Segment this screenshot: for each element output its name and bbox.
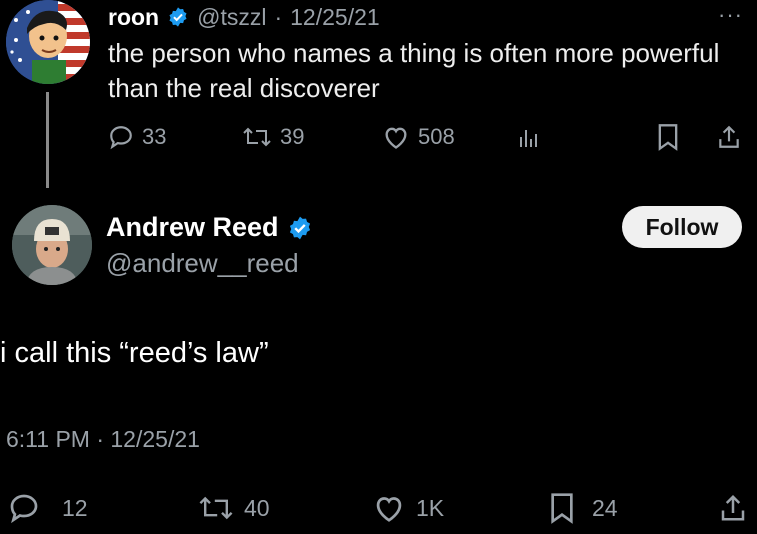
tweet2-retweet-count: 40: [244, 494, 270, 521]
analytics-icon: [518, 124, 542, 150]
tweet1-like-button[interactable]: 508: [382, 120, 455, 154]
tweet2-bookmark-button[interactable]: 24: [548, 488, 618, 528]
share-icon: [716, 123, 742, 151]
tweet2-timestamp[interactable]: 6:11 PM · 12/25/21: [6, 426, 200, 453]
heart-icon: [372, 493, 406, 523]
tweet2-author-name[interactable]: Andrew Reed: [106, 212, 279, 243]
tweet1-share-button[interactable]: [716, 120, 742, 154]
tweet1-retweet-button[interactable]: 39: [242, 120, 304, 154]
tweet1-date[interactable]: 12/25/21: [290, 4, 380, 31]
tweet1-handle[interactable]: @tszzl: [197, 4, 266, 31]
tweet2-author-header: Andrew Reed: [106, 212, 313, 243]
tweet2-handle[interactable]: @andrew__reed: [106, 248, 299, 279]
tweet2-retweet-button[interactable]: 40: [198, 488, 270, 528]
tweet2-reply-button[interactable]: 12: [8, 488, 88, 528]
tweet1-reply-button[interactable]: 33: [108, 120, 166, 154]
tweet2-bookmark-count: 24: [592, 494, 618, 521]
tweet1-like-count: 508: [418, 124, 455, 149]
tweet1-text: the person who names a thing is often mo…: [108, 38, 720, 103]
tweet1-separator: ·: [274, 3, 283, 30]
retweet-icon: [242, 124, 272, 150]
tweet2-like-count: 1K: [416, 494, 445, 521]
tweet1-reply-count: 33: [142, 124, 167, 149]
tweet1-header: roon @tszzl · 12/25/21: [108, 0, 380, 34]
reply-icon: [108, 124, 134, 150]
avatar-andrew-reed[interactable]: [12, 205, 92, 285]
tweet1-author-name[interactable]: roon: [108, 4, 159, 31]
tweet2-reply-count: 12: [62, 494, 88, 521]
tweet1-retweet-count: 39: [280, 124, 305, 149]
avatar-roon[interactable]: [6, 0, 90, 84]
tweet2-like-button[interactable]: 1K: [372, 488, 444, 528]
thread-connector-line: [46, 92, 49, 188]
tweet1-bookmark-button[interactable]: [656, 120, 680, 154]
verified-badge-icon: [167, 6, 189, 28]
bookmark-icon: [548, 492, 576, 524]
tweet2-text: i call this “reed’s law”: [0, 337, 269, 369]
heart-icon: [382, 124, 410, 150]
verified-badge-icon: [287, 215, 313, 241]
share-icon: [718, 492, 748, 524]
reply-icon: [8, 492, 40, 524]
more-options-icon[interactable]: ···: [718, 2, 743, 28]
bookmark-icon: [656, 123, 680, 151]
tweet2-share-button[interactable]: [718, 488, 748, 528]
tweet1-views-button[interactable]: [518, 120, 542, 154]
retweet-icon: [198, 493, 234, 523]
follow-button[interactable]: Follow: [622, 206, 742, 248]
